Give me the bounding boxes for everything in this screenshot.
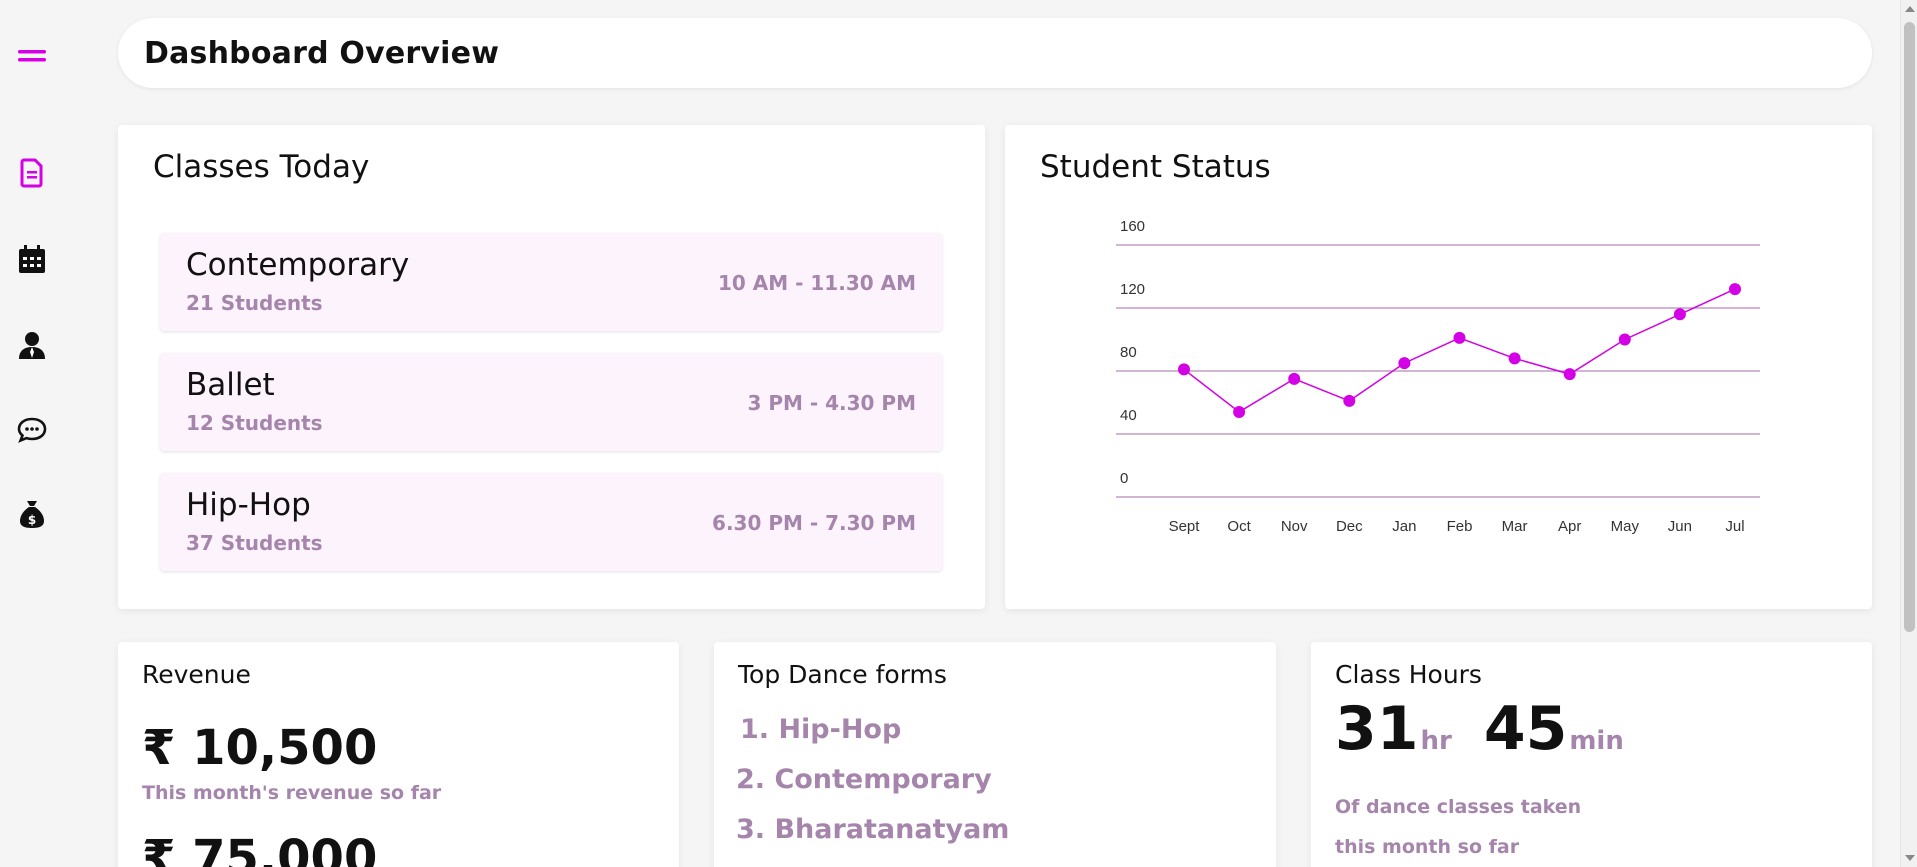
x-tick-label: Jun bbox=[1668, 518, 1692, 535]
revenue-caption: This month's revenue so far bbox=[142, 782, 442, 804]
revenue-title: Revenue bbox=[142, 660, 251, 689]
student-status-chart: 0 40 80 120 160 Sept Oct Nov Dec Jan Feb Mar Apr May J… bbox=[1116, 218, 1760, 535]
class-hours-caption-line2: this month so far bbox=[1335, 836, 1520, 858]
minutes-unit: min bbox=[1569, 726, 1624, 756]
class-item-ballet[interactable]: Ballet 12 Students 3 PM - 4.30 PM bbox=[160, 353, 942, 451]
calendar-icon[interactable] bbox=[14, 241, 50, 277]
top-dance-forms-card: Top Dance forms 1. Hip-Hop 2. Contempora… bbox=[714, 642, 1276, 867]
x-tick-label: May bbox=[1611, 518, 1640, 535]
chat-icon[interactable] bbox=[14, 412, 50, 448]
scroll-up-arrow-icon[interactable] bbox=[1905, 6, 1915, 12]
y-tick-label: 120 bbox=[1120, 281, 1145, 298]
class-students: 37 Students bbox=[186, 531, 323, 555]
y-tick-label: 40 bbox=[1120, 407, 1137, 424]
class-hours-title: Class Hours bbox=[1335, 660, 1482, 689]
y-tick-label: 0 bbox=[1120, 470, 1128, 487]
class-time: 3 PM - 4.30 PM bbox=[747, 391, 916, 415]
class-name: Ballet bbox=[186, 367, 275, 403]
class-name: Hip-Hop bbox=[186, 487, 311, 523]
document-icon[interactable] bbox=[14, 155, 50, 191]
class-hours-value: 31 hr 45 min bbox=[1335, 694, 1624, 764]
x-tick-label: Feb bbox=[1447, 518, 1473, 535]
data-point bbox=[1563, 368, 1576, 381]
menu-icon[interactable] bbox=[14, 38, 50, 74]
revenue-amount: ₹ 10,500 bbox=[142, 720, 378, 776]
revenue-amount-secondary: ₹ 75,000 bbox=[142, 830, 378, 867]
data-point bbox=[1398, 357, 1411, 370]
class-hours-card: Class Hours 31 hr 45 min Of dance classe… bbox=[1311, 642, 1872, 867]
scroll-thumb[interactable] bbox=[1904, 22, 1915, 632]
page-scrollbar[interactable] bbox=[1900, 0, 1917, 867]
page-title: Dashboard Overview bbox=[144, 35, 500, 71]
y-tick-label: 80 bbox=[1120, 344, 1137, 361]
data-point bbox=[1178, 363, 1190, 376]
data-point bbox=[1618, 333, 1631, 346]
hours-unit: hr bbox=[1420, 726, 1452, 756]
class-hours-caption-line1: Of dance classes taken bbox=[1335, 796, 1582, 818]
data-point bbox=[1508, 352, 1521, 365]
class-item-contemporary[interactable]: Contemporary 21 Students 10 AM - 11.30 A… bbox=[160, 233, 942, 331]
data-point bbox=[1233, 405, 1246, 418]
scroll-down-arrow-icon[interactable] bbox=[1905, 855, 1915, 861]
classes-today-title: Classes Today bbox=[153, 149, 370, 185]
data-point bbox=[1729, 283, 1741, 296]
hours-number: 31 bbox=[1335, 694, 1419, 764]
x-tick-label: Apr bbox=[1558, 518, 1581, 535]
class-name: Contemporary bbox=[186, 247, 410, 283]
dance-form-item: 1. Hip-Hop bbox=[740, 714, 902, 745]
minutes-number: 45 bbox=[1483, 694, 1568, 764]
x-tick-label: Dec bbox=[1336, 518, 1363, 535]
student-status-title: Student Status bbox=[1040, 149, 1271, 185]
top-dance-forms-title: Top Dance forms bbox=[738, 660, 947, 689]
money-bag-icon[interactable]: $ bbox=[14, 496, 50, 532]
y-tick-label: 160 bbox=[1120, 218, 1145, 235]
x-tick-label: Oct bbox=[1227, 518, 1251, 535]
data-point bbox=[1673, 308, 1686, 321]
x-tick-label: Nov bbox=[1281, 518, 1308, 535]
class-time: 6.30 PM - 7.30 PM bbox=[712, 511, 916, 535]
x-tick-label: Jan bbox=[1392, 518, 1416, 535]
svg-text:$: $ bbox=[28, 513, 36, 527]
sidebar: $ bbox=[0, 0, 70, 867]
class-students: 12 Students bbox=[186, 411, 323, 435]
x-tick-label: Mar bbox=[1502, 518, 1528, 535]
x-tick-label: Jul bbox=[1725, 518, 1744, 535]
classes-today-card: Classes Today Contemporary 21 Students 1… bbox=[118, 125, 985, 609]
header-bar: Dashboard Overview bbox=[118, 18, 1872, 88]
class-item-hip-hop[interactable]: Hip-Hop 37 Students 6.30 PM - 7.30 PM bbox=[160, 473, 942, 571]
user-icon[interactable] bbox=[14, 327, 50, 363]
dance-form-item: 2. Contemporary bbox=[736, 764, 992, 795]
class-time: 10 AM - 11.30 AM bbox=[717, 271, 916, 295]
class-students: 21 Students bbox=[186, 291, 323, 315]
dance-form-item: 3. Bharatanatyam bbox=[736, 814, 1010, 845]
data-point bbox=[1453, 331, 1466, 344]
revenue-card: Revenue ₹ 10,500 This month's revenue so… bbox=[118, 642, 679, 867]
data-point bbox=[1343, 394, 1356, 407]
x-tick-label: Sept bbox=[1169, 518, 1201, 535]
data-point bbox=[1288, 372, 1301, 385]
